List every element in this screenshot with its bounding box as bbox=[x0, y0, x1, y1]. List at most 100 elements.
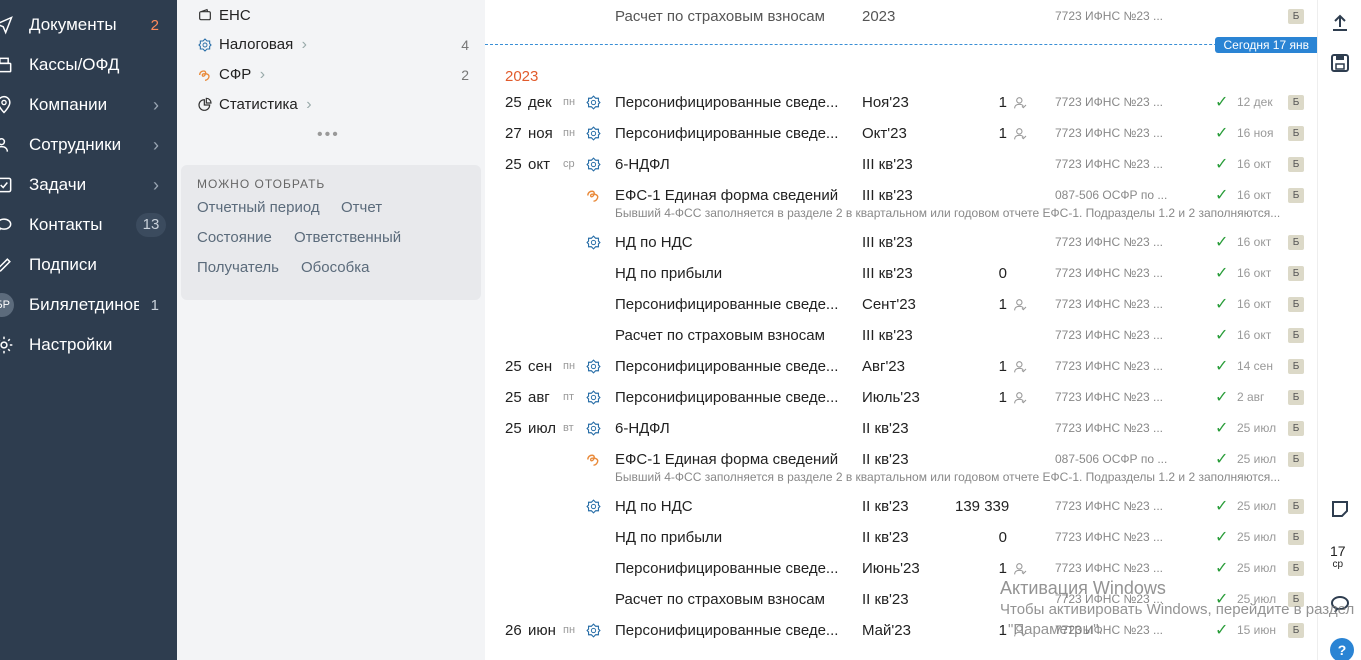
status-badge: Б bbox=[1288, 157, 1304, 172]
table-row[interactable]: 27 ноя пн Персонифицированные сведе... Окт'2… bbox=[485, 118, 1317, 149]
report-recipient: 7723 ИФНС №23 ... bbox=[1055, 421, 1163, 435]
calendar-weekday: ср bbox=[1332, 559, 1344, 570]
upload-icon[interactable] bbox=[1328, 12, 1352, 36]
deadline-weekday: пт bbox=[563, 391, 574, 403]
table-row[interactable]: 25 июл вт 6-НДФЛ II кв'23 7723 ИФНС №23 ... ✓ 2… bbox=[485, 413, 1317, 444]
filter-link[interactable]: Отчет bbox=[341, 199, 382, 216]
report-recipient: 7723 ИФНС №23 ... bbox=[1055, 157, 1163, 171]
checkbox-icon bbox=[0, 177, 12, 193]
location-pin-icon bbox=[0, 95, 11, 114]
check-icon: ✓ bbox=[1215, 529, 1229, 546]
nav-item[interactable]: Документы 2 bbox=[0, 10, 177, 40]
report-recipient: 7723 ИФНС №23 ... bbox=[1055, 235, 1163, 249]
status-badge: Б bbox=[1288, 561, 1304, 576]
tax-emblem-icon bbox=[197, 37, 213, 53]
sent-date: 16 окт bbox=[1237, 297, 1272, 311]
table-row[interactable]: НД по прибыли II кв'23 0 7723 ИФНС №23 ... ✓… bbox=[485, 522, 1317, 553]
category-label: ЕНС bbox=[219, 6, 251, 24]
nav-item[interactable]: Контакты 13 bbox=[0, 210, 177, 240]
calendar-widget[interactable]: 17 ср bbox=[1330, 544, 1346, 572]
nav-item[interactable]: БР Билялетдинов 1 bbox=[0, 290, 177, 320]
sfr-logo-icon bbox=[585, 451, 602, 468]
today-badge: Сегодня 17 янв bbox=[1215, 37, 1317, 53]
filter-link[interactable]: Отчетный период bbox=[197, 199, 320, 216]
pie-chart-icon bbox=[197, 97, 213, 113]
report-recipient: 7723 ИФНС №23 ... bbox=[1055, 530, 1163, 544]
sent-date: 2 авг bbox=[1237, 390, 1265, 404]
main-sidebar: Документы 2 Кассы/ОФД Компании › Сотрудники › З… bbox=[0, 0, 177, 660]
more-dots[interactable]: ••• bbox=[317, 126, 340, 144]
tax-emblem-icon bbox=[585, 94, 602, 111]
filter-link[interactable]: Получатель bbox=[197, 259, 279, 276]
nav-item[interactable]: Кассы/ОФД bbox=[0, 50, 177, 80]
table-row[interactable]: 25 авг пт Персонифицированные сведе... Июль'… bbox=[485, 382, 1317, 413]
help-button[interactable]: ? bbox=[1330, 638, 1354, 660]
category-item[interactable]: Статистика › bbox=[177, 92, 485, 118]
reports-list: Расчет по страховым взносам 2023 7723 ИФ… bbox=[485, 0, 1317, 660]
report-name: 6-НДФЛ bbox=[615, 156, 670, 173]
nav-item[interactable]: Задачи › bbox=[0, 170, 177, 200]
status-badge: Б bbox=[1288, 297, 1304, 312]
chevron-right-icon: › bbox=[297, 36, 307, 53]
report-period: III кв'23 bbox=[862, 156, 913, 173]
report-count: 1 bbox=[998, 94, 1007, 111]
filter-link[interactable]: Ответственный bbox=[294, 229, 401, 246]
table-row[interactable]: 25 сен пн Персонифицированные сведе... Авг'2… bbox=[485, 351, 1317, 382]
report-period: Ноя'23 bbox=[862, 94, 909, 111]
check-icon: ✓ bbox=[1215, 265, 1229, 282]
table-row[interactable]: 25 окт ср 6-НДФЛ III кв'23 7723 ИФНС №23 ... ✓… bbox=[485, 149, 1317, 180]
sent-date: 16 ноя bbox=[1237, 126, 1274, 140]
report-count: 139 339 bbox=[955, 498, 1010, 515]
check-icon: ✓ bbox=[1215, 156, 1229, 173]
save-icon[interactable] bbox=[1328, 51, 1352, 75]
report-note: Бывший 4-ФСС заполняется в разделе 2 в к… bbox=[615, 206, 1281, 220]
status-badge: Б bbox=[1288, 452, 1304, 467]
note-icon[interactable] bbox=[1328, 497, 1352, 521]
filter-link[interactable]: Состояние bbox=[197, 229, 272, 246]
status-badge: Б bbox=[1288, 359, 1304, 374]
report-period: II кв'23 bbox=[862, 498, 909, 515]
table-row[interactable]: Расчет по страховым взносам 2023 7723 ИФ… bbox=[485, 1, 1317, 32]
table-row[interactable]: Персонифицированные сведе... Июнь'23 1 7723… bbox=[485, 553, 1317, 584]
table-row[interactable]: 26 июн пн Персонифицированные сведе... Май'2… bbox=[485, 615, 1317, 646]
filter-link[interactable]: Обособка bbox=[301, 259, 369, 276]
check-icon: ✓ bbox=[1215, 498, 1229, 515]
status-badge: Б bbox=[1288, 390, 1304, 405]
deadline-month: ноя bbox=[528, 125, 553, 142]
report-period: Июль'23 bbox=[862, 389, 920, 406]
check-icon: ✓ bbox=[1215, 389, 1229, 406]
sent-date: 16 окт bbox=[1237, 235, 1272, 249]
category-item[interactable]: СФР › 2 bbox=[177, 62, 485, 88]
table-row[interactable]: НД по прибыли III кв'23 0 7723 ИФНС №23 ...… bbox=[485, 258, 1317, 289]
chat-icon bbox=[0, 218, 12, 231]
report-count: 0 bbox=[998, 265, 1007, 282]
sent-date: 16 окт bbox=[1237, 266, 1272, 280]
table-row[interactable]: 25 дек пн Персонифицированные сведе... Ноя'2… bbox=[485, 87, 1317, 118]
table-row[interactable]: НД по НДС III кв'23 7723 ИФНС №23 ... ✓ 16 о… bbox=[485, 227, 1317, 258]
category-item[interactable]: ЕНС bbox=[177, 2, 485, 28]
sent-date: 15 июн bbox=[1237, 623, 1277, 637]
sent-date: 16 окт bbox=[1237, 328, 1272, 342]
nav-item-label: Кассы/ОФД bbox=[29, 55, 120, 74]
sent-date: 16 окт bbox=[1237, 157, 1272, 171]
table-row[interactable]: НД по НДС II кв'23 139 339 7723 ИФНС №23 ..… bbox=[485, 491, 1317, 522]
category-count: 4 bbox=[461, 37, 469, 53]
report-period: III кв'23 bbox=[862, 265, 913, 282]
nav-item[interactable]: Компании › bbox=[0, 90, 177, 120]
nav-item[interactable]: Настройки bbox=[0, 330, 177, 360]
nav-item[interactable]: Сотрудники › bbox=[0, 130, 177, 160]
nav-item-label: Подписи bbox=[29, 255, 97, 274]
table-row[interactable]: Расчет по страховым взносам III кв'23 7723… bbox=[485, 320, 1317, 351]
users-icon bbox=[0, 138, 9, 152]
report-name: Расчет по страховым взносам bbox=[615, 8, 825, 25]
report-name: Персонифицированные сведе... bbox=[615, 389, 839, 406]
report-name: Расчет по страховым взносам bbox=[615, 591, 825, 608]
deadline-weekday: пн bbox=[563, 624, 576, 636]
report-name: Расчет по страховым взносам bbox=[615, 327, 825, 344]
nav-item[interactable]: Подписи bbox=[0, 250, 177, 280]
tax-emblem-icon bbox=[585, 498, 602, 515]
status-badge: Б bbox=[1288, 126, 1304, 141]
category-item[interactable]: Налоговая › 4 bbox=[177, 32, 485, 58]
category-label: Статистика › bbox=[219, 96, 312, 113]
table-row[interactable]: Персонифицированные сведе... Сент'23 1 7723… bbox=[485, 289, 1317, 320]
